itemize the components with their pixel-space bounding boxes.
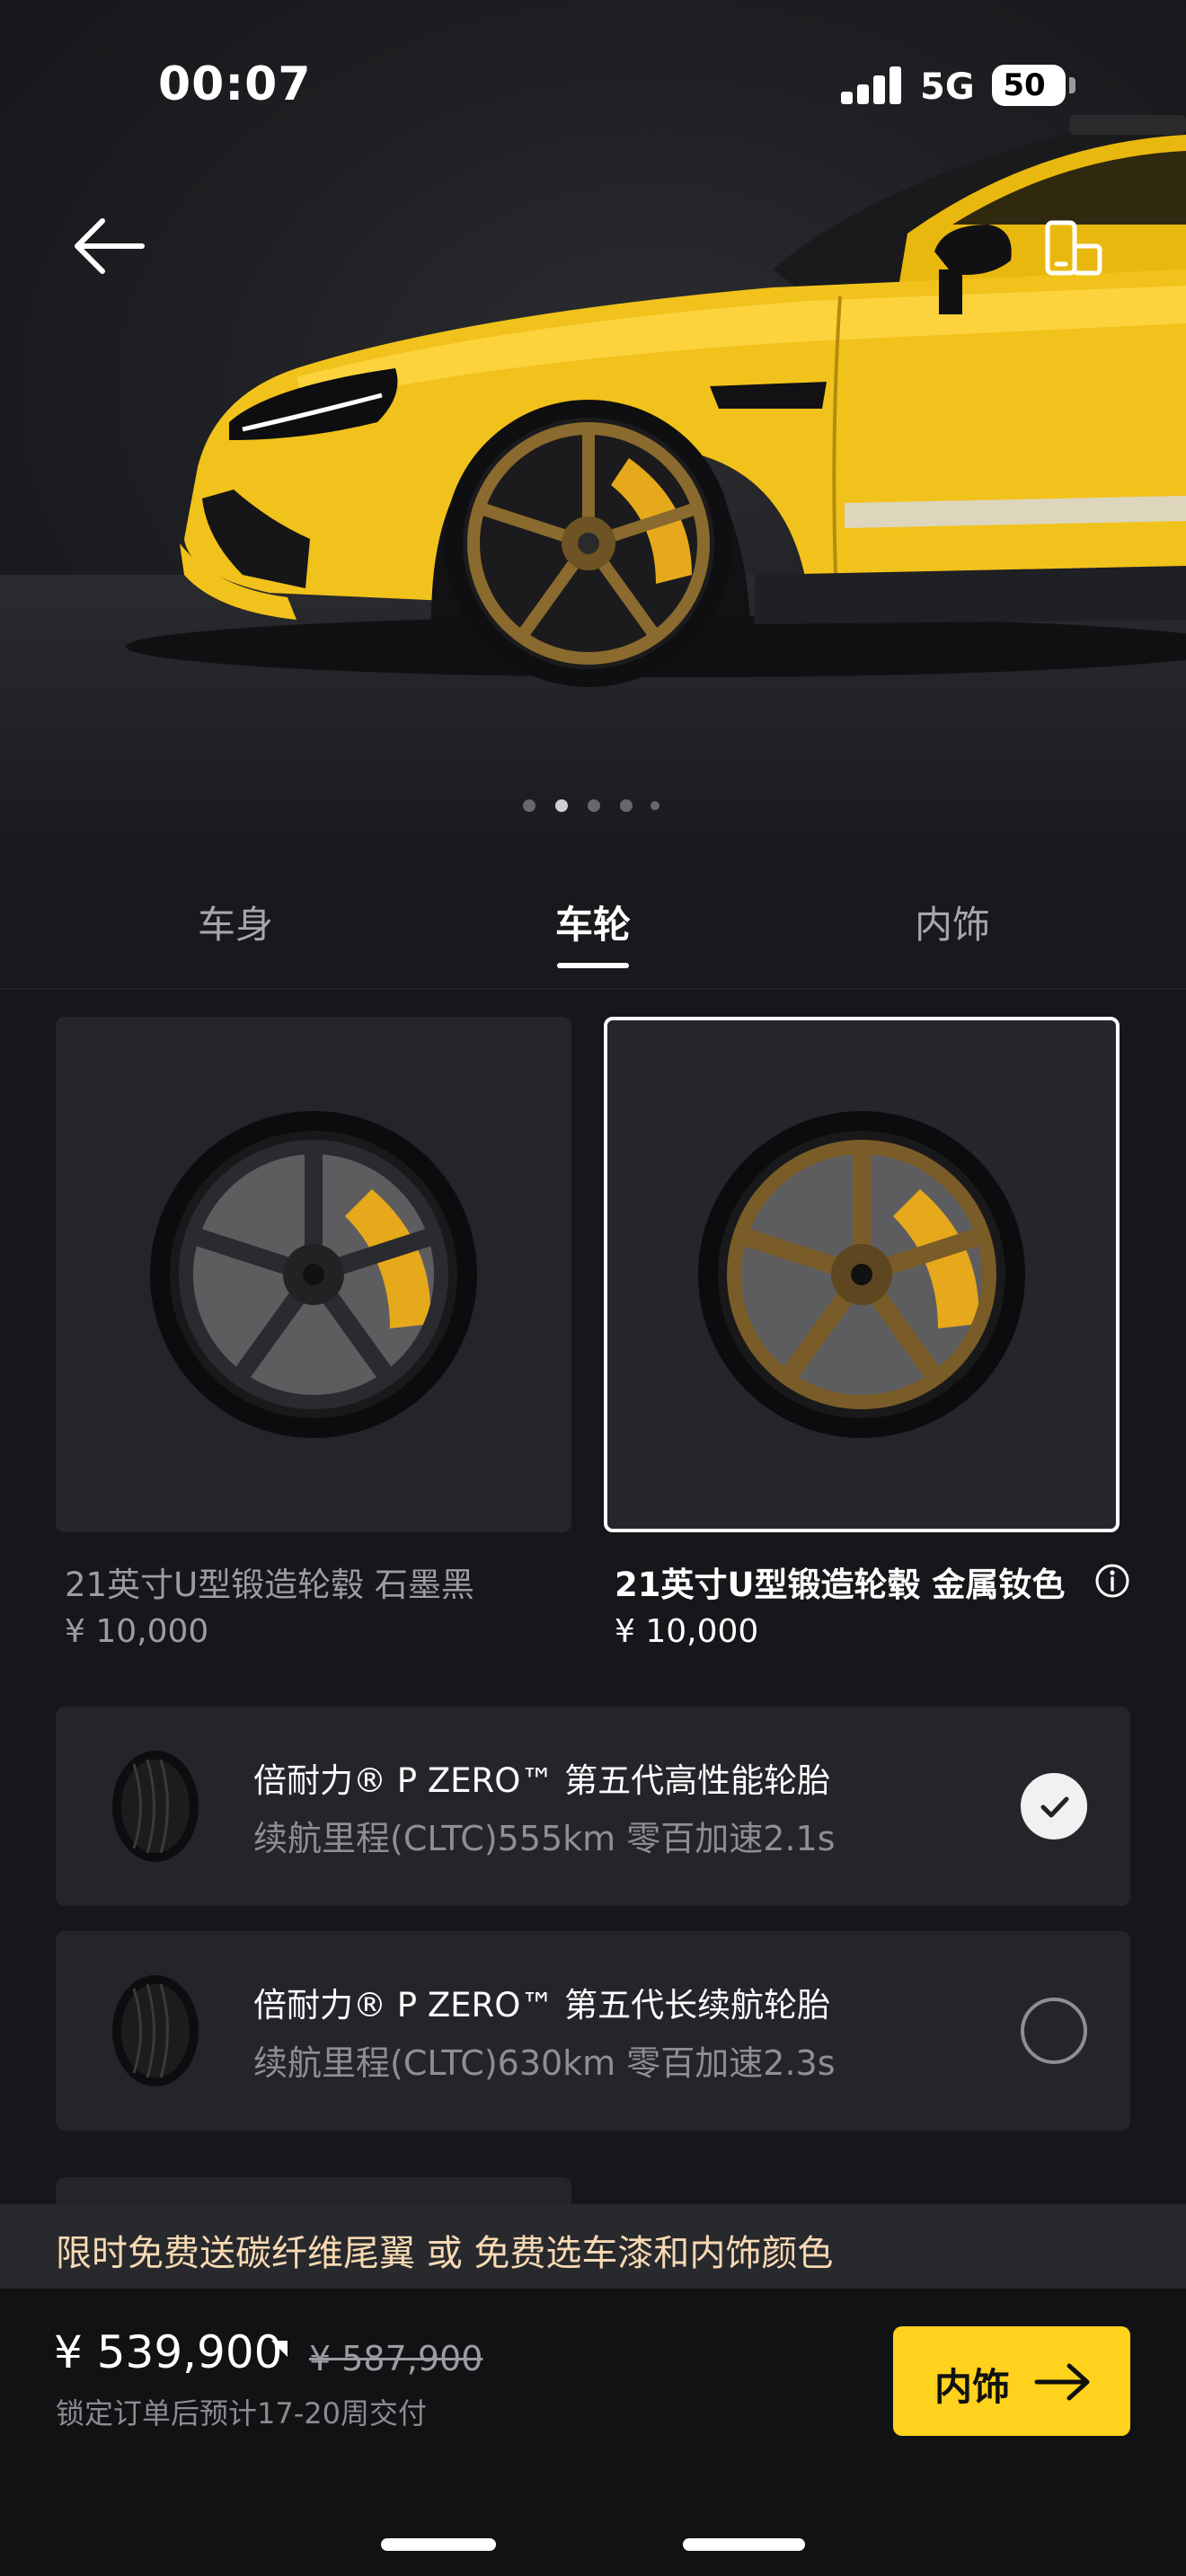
status-time: 00:07	[158, 57, 312, 111]
home-indicator	[683, 2538, 805, 2551]
battery-level: 50	[1003, 67, 1046, 103]
image-pager	[523, 799, 667, 814]
price-detail-icon[interactable]	[270, 2339, 289, 2359]
promo-text: 限时免费送碳纤维尾翼 或 免费选车漆和内饰颜色	[56, 2233, 834, 2274]
wheel-option-graphite-black[interactable]	[56, 1017, 571, 1532]
wheel-price: ¥ 10,000	[615, 1613, 759, 1650]
tire-option-high-performance[interactable]: 倍耐力® P ZERO™ 第五代高性能轮胎 续航里程(CLTC)555km 零百…	[56, 1707, 1130, 1906]
status-bar: 00:07 5G 50	[0, 0, 1186, 171]
wheel-name: 21英寸U型锻造轮毂 金属钕色	[615, 1566, 1066, 1604]
delivery-estimate: 锁定订单后预计17-20周交付	[56, 2396, 427, 2430]
tab-active-indicator	[557, 963, 629, 968]
next-interior-button[interactable]: 内饰	[893, 2326, 1130, 2436]
tire-title: 倍耐力® P ZERO™ 第五代高性能轮胎	[253, 1761, 831, 1800]
tire-icon	[112, 1751, 199, 1862]
order-footer: ¥ 539,900 ¥ 587,900 锁定订单后预计17-20周交付 内饰	[0, 2289, 1186, 2576]
tab-body[interactable]: 车身	[198, 895, 273, 949]
signal-strength-icon	[841, 66, 902, 104]
tire-subtitle: 续航里程(CLTC)555km 零百加速2.1s	[253, 1819, 836, 1858]
arrow-left-icon[interactable]	[70, 212, 147, 280]
battery-icon: 50	[992, 65, 1066, 106]
wheel-image	[698, 1111, 1025, 1438]
wheel-image	[150, 1111, 477, 1438]
phone-rotate-icon[interactable]	[1039, 216, 1107, 284]
total-price: ¥ 539,900	[54, 2326, 283, 2378]
tire-icon	[112, 1975, 199, 2086]
config-tabs: 车身 车轮 内饰	[0, 862, 1186, 990]
promo-banner[interactable]: 限时免费送碳纤维尾翼 或 免费选车漆和内饰颜色	[0, 2204, 1186, 2289]
wheel-price: ¥ 10,000	[65, 1613, 209, 1650]
tire-radio-unselected[interactable]	[1021, 1998, 1087, 2064]
tire-radio-selected[interactable]	[1021, 1773, 1087, 1839]
car-hero-image[interactable]: 00:07 5G 50	[0, 0, 1186, 862]
arrow-right-icon	[1034, 2363, 1090, 2401]
wheel-name: 21英寸U型锻造轮毂 石墨黑	[65, 1566, 474, 1604]
network-type: 5G	[920, 66, 975, 108]
original-price: ¥ 587,900	[309, 2339, 483, 2378]
info-icon[interactable]	[1094, 1563, 1130, 1599]
car-configurator-screen: 00:07 5G 50 车身 车轮 内饰 21英寸U型锻造轮毂 石墨黑 ¥ 10…	[0, 0, 1186, 2576]
cta-label: 内饰	[934, 2365, 1011, 2409]
home-indicator	[381, 2538, 496, 2551]
tire-subtitle: 续航里程(CLTC)630km 零百加速2.3s	[253, 2043, 836, 2083]
wheel-option-metallic-bronze[interactable]	[604, 1017, 1120, 1532]
battery-tip	[1069, 77, 1075, 93]
check-icon	[1040, 1796, 1069, 1818]
tab-interior[interactable]: 内饰	[915, 895, 990, 949]
tire-option-long-range[interactable]: 倍耐力® P ZERO™ 第五代长续航轮胎 续航里程(CLTC)630km 零百…	[56, 1931, 1130, 2130]
tab-wheels[interactable]: 车轮	[555, 895, 631, 949]
tire-title: 倍耐力® P ZERO™ 第五代长续航轮胎	[253, 1986, 831, 2025]
